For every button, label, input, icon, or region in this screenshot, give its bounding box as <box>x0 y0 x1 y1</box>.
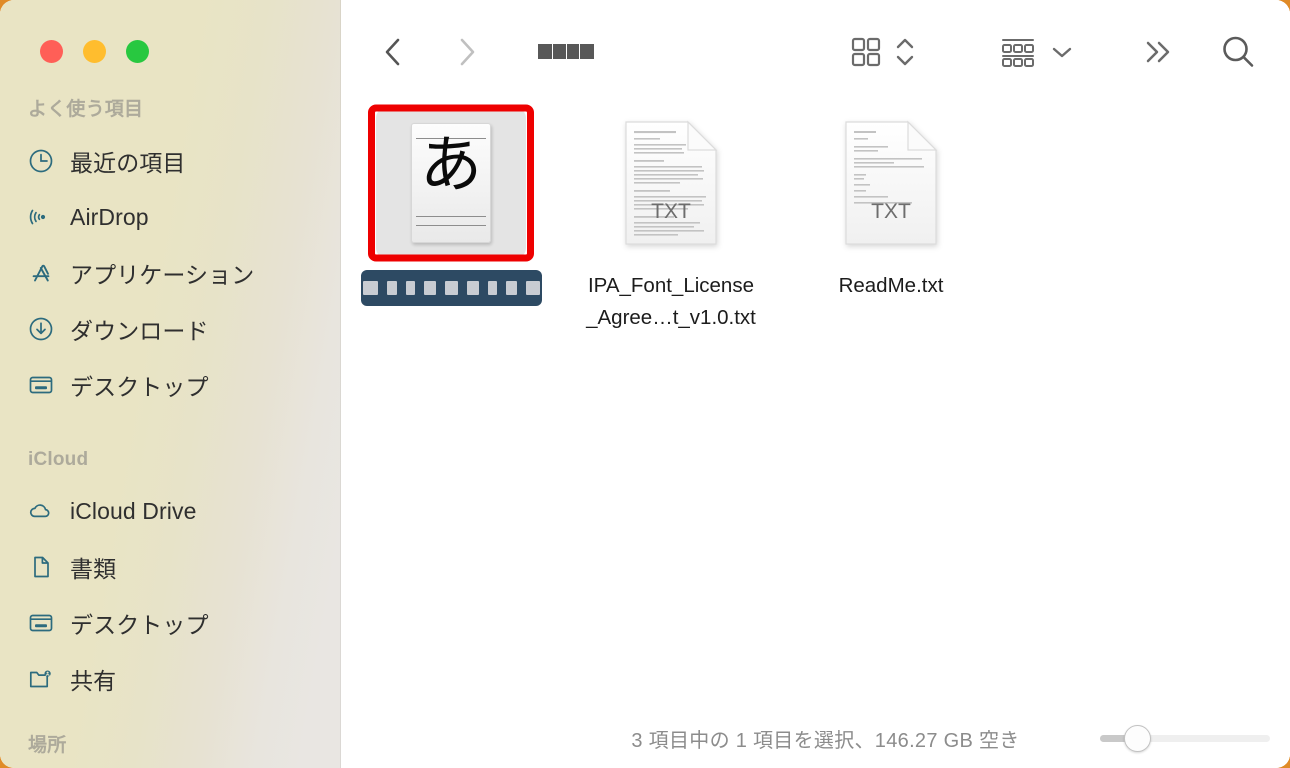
maximize-button[interactable] <box>126 40 149 63</box>
forward-button[interactable] <box>449 32 483 72</box>
txt-file-icon: TXT <box>624 120 718 246</box>
file-thumbnail[interactable]: あ <box>361 103 541 263</box>
sidebar-item-label: iCloud Drive <box>70 497 197 524</box>
toolbar <box>341 0 1290 103</box>
icon-size-slider[interactable] <box>1100 724 1270 752</box>
sidebar-item-label: デスクトップ <box>70 374 209 400</box>
chevron-down-icon[interactable] <box>1048 30 1076 74</box>
view-grid-icon[interactable] <box>846 30 886 74</box>
sidebar-section-favorites: よく使う項目 最近の項目 AirDrop アプリケーション ダウンロード デスク… <box>0 93 341 413</box>
sidebar-item-label: アプリケーション <box>70 262 255 288</box>
sidebar-item-desktop-icloud[interactable]: デスクトップ <box>0 595 341 651</box>
file-name-label[interactable]: ReadMe.txt <box>839 270 944 302</box>
sort-chevrons-icon[interactable] <box>892 30 918 74</box>
redact-block <box>580 44 594 59</box>
txt-file-icon: TXT <box>844 120 938 246</box>
sidebar-item-documents[interactable]: 書類 <box>0 539 341 595</box>
redact-block <box>466 281 479 295</box>
redact-block <box>487 281 497 295</box>
close-button[interactable] <box>40 40 63 63</box>
main-content: あ TXT IPA_Font_License _Agree…t_v1.0.txt… <box>341 0 1290 768</box>
file-name-line2: _Agree…t_v1.0.txt <box>586 306 756 329</box>
toolbar-right-group <box>846 30 1290 74</box>
sidebar-section-header-favorites: よく使う項目 <box>28 99 144 120</box>
clock-icon <box>26 146 56 176</box>
redacted-filename <box>362 281 540 295</box>
file-name-line1: ReadMe.txt <box>838 274 944 297</box>
desktop-icon <box>26 370 56 400</box>
sidebar-item-downloads[interactable]: ダウンロード <box>0 301 341 357</box>
group-items-icon[interactable] <box>996 30 1040 74</box>
sidebar-item-desktop[interactable]: デスクトップ <box>0 357 341 413</box>
sidebar: よく使う項目 最近の項目 AirDrop アプリケーション ダウンロード デスク… <box>0 0 341 768</box>
font-file-icon: あ <box>411 123 491 243</box>
sidebar-item-label: ダウンロード <box>70 318 209 344</box>
file-item-ipa-license[interactable]: TXT IPA_Font_License _Agree…t_v1.0.txt <box>561 103 781 334</box>
more-chevrons-icon[interactable] <box>1138 30 1178 74</box>
file-thumbnail[interactable]: TXT <box>581 103 761 263</box>
applications-icon <box>26 258 56 288</box>
sidebar-item-label: AirDrop <box>70 203 149 230</box>
path-title-redacted <box>538 39 595 65</box>
redact-block <box>505 281 517 295</box>
window-controls <box>0 0 341 63</box>
sidebar-item-applications[interactable]: アプリケーション <box>0 245 341 301</box>
finder-window: よく使う項目 最近の項目 AirDrop アプリケーション ダウンロード デスク… <box>0 0 1290 768</box>
shared-folder-icon <box>26 664 56 694</box>
slider-thumb[interactable] <box>1124 724 1152 752</box>
font-glyph-preview: あ <box>419 128 482 201</box>
redact-block <box>423 281 436 295</box>
file-thumbnail[interactable]: TXT <box>801 103 981 263</box>
sidebar-item-icloud-drive[interactable]: iCloud Drive <box>0 483 341 539</box>
sidebar-section-locations: 場所 <box>0 729 341 768</box>
redact-block <box>444 281 458 295</box>
sidebar-item-label: デスクトップ <box>70 612 209 638</box>
cloud-icon <box>26 496 56 526</box>
search-icon[interactable] <box>1216 30 1260 74</box>
svg-text:TXT: TXT <box>651 200 691 223</box>
redact-block <box>386 281 397 295</box>
file-name-label-redacted[interactable] <box>360 270 542 306</box>
sidebar-item-label: 書類 <box>70 556 117 582</box>
redact-block <box>567 44 579 59</box>
redact-block <box>405 281 415 295</box>
redact-block <box>553 44 566 59</box>
svg-text:TXT: TXT <box>871 200 911 223</box>
sidebar-section-header-locations: 場所 <box>28 735 67 756</box>
sidebar-section-icloud: iCloud iCloud Drive 書類 デスクトップ 共有 <box>0 443 341 707</box>
document-icon <box>26 552 56 582</box>
redact-block <box>362 281 378 295</box>
sidebar-item-shared[interactable]: 共有 <box>0 651 341 707</box>
file-name-label[interactable]: IPA_Font_License _Agree…t_v1.0.txt <box>586 270 756 334</box>
desktop-icon <box>26 608 56 638</box>
sidebar-item-label: 共有 <box>70 668 117 694</box>
sidebar-section-header-icloud: iCloud <box>28 449 89 470</box>
redact-block <box>538 44 552 59</box>
file-item-readme[interactable]: TXT ReadMe.txt <box>781 103 1001 302</box>
sidebar-item-recents[interactable]: 最近の項目 <box>0 133 341 189</box>
file-item-font[interactable]: あ <box>341 103 561 306</box>
file-name-line1: IPA_Font_License <box>587 274 754 297</box>
sidebar-item-airdrop[interactable]: AirDrop <box>0 189 341 245</box>
file-grid: あ TXT IPA_Font_License _Agree…t_v1.0.txt… <box>341 103 1290 708</box>
airdrop-icon <box>26 202 56 232</box>
sidebar-item-label: 最近の項目 <box>70 150 186 176</box>
download-icon <box>26 314 56 344</box>
redact-block <box>525 281 540 295</box>
minimize-button[interactable] <box>83 40 106 63</box>
back-button[interactable] <box>377 32 411 72</box>
status-bar: 3 項目中の 1 項目を選択、146.27 GB 空き <box>341 708 1290 768</box>
